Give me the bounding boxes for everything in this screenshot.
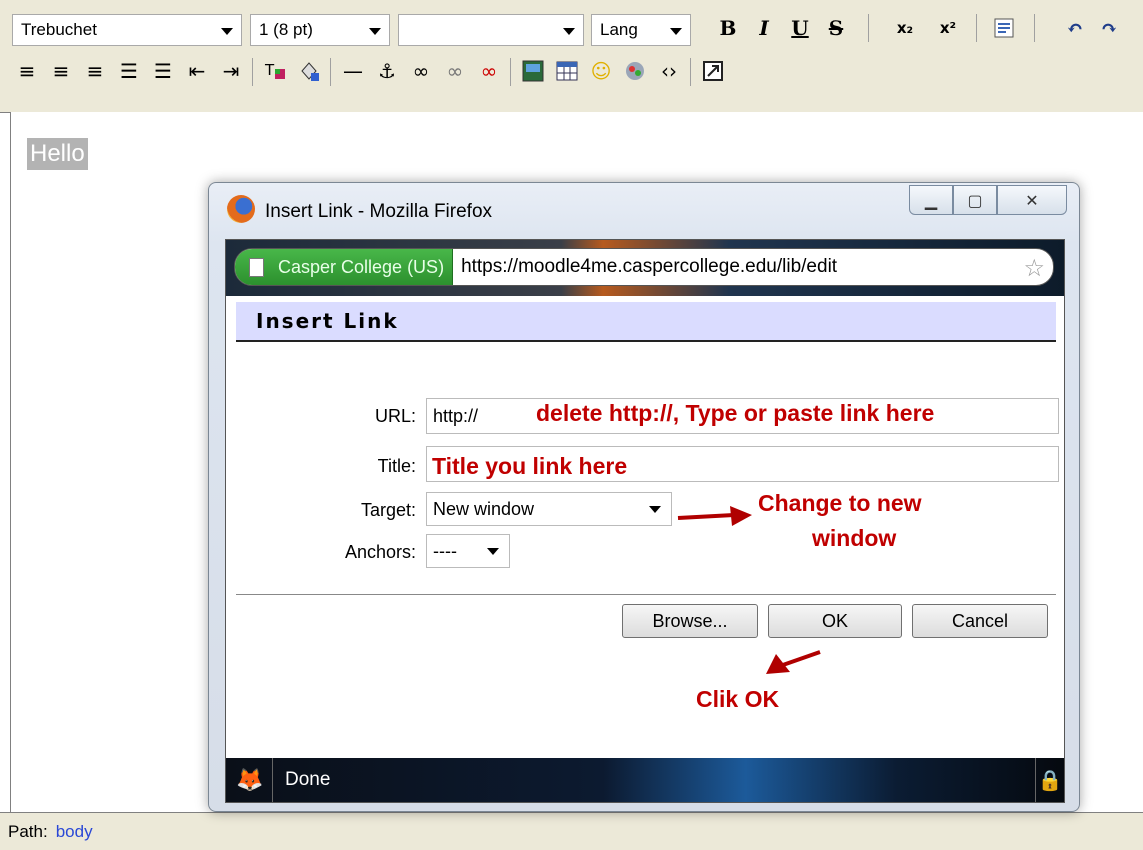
- toolbar-divider: [510, 58, 511, 86]
- svg-text:T: T: [264, 61, 275, 79]
- arrow-up-left-icon: [766, 650, 821, 674]
- target-annotation-line1: Change to new: [758, 490, 922, 516]
- indent-icon[interactable]: ⇥: [218, 58, 244, 84]
- superscript-button[interactable]: x²: [930, 12, 966, 44]
- unlink-icon[interactable]: ∞: [442, 58, 468, 84]
- dialog-content: Casper College (US) https://moodle4me.ca…: [225, 239, 1065, 803]
- title-label: Title:: [377, 456, 416, 476]
- toolbar-divider: [690, 58, 691, 86]
- subscript-button[interactable]: x₂: [887, 12, 923, 44]
- address-url: https://moodle4me.caspercollege.edu/lib/…: [461, 256, 838, 277]
- chevron-down-icon: [649, 506, 661, 513]
- smiley-icon[interactable]: ☺: [588, 58, 614, 84]
- firefox-icon: [227, 195, 255, 223]
- anchors-select[interactable]: ----: [426, 534, 510, 568]
- undo-icon[interactable]: ↶: [1060, 12, 1090, 44]
- toolbar-divider: [330, 58, 331, 86]
- dialog-divider: [236, 594, 1056, 595]
- bookmark-star-icon[interactable]: ☆: [1023, 254, 1045, 282]
- ok-annotation: Clik OK: [696, 686, 780, 712]
- font-size-select[interactable]: 1 (8 pt): [250, 14, 390, 46]
- format-select[interactable]: [398, 14, 584, 46]
- toolbar-divider: [976, 14, 977, 42]
- background-color-icon[interactable]: [296, 58, 322, 84]
- outdent-icon[interactable]: ⇤: [184, 58, 210, 84]
- browse-button[interactable]: Browse...: [622, 604, 758, 638]
- location-bar: Casper College (US) https://moodle4me.ca…: [226, 240, 1064, 296]
- text-color-icon[interactable]: T: [262, 58, 288, 84]
- editor-toolbar: Trebuchet 1 (8 pt) Lang B I U S x₂ x² ↶ …: [0, 0, 1143, 113]
- path-label: Path:: [8, 821, 48, 841]
- anchors-label: Anchors:: [344, 542, 416, 562]
- arrow-right-icon: [677, 506, 752, 526]
- minimize-icon[interactable]: ▁: [909, 185, 953, 215]
- special-char-icon[interactable]: [622, 58, 648, 84]
- align-center-icon[interactable]: ≡: [48, 58, 74, 84]
- chevron-down-icon: [369, 28, 381, 35]
- nolink-icon[interactable]: ∞: [476, 58, 502, 84]
- insert-image-icon[interactable]: [520, 58, 546, 84]
- page-icon: [249, 257, 264, 277]
- site-identity-badge[interactable]: Casper College (US): [235, 249, 454, 285]
- status-text: Done: [285, 769, 331, 790]
- toolbar-divider: [1034, 14, 1035, 42]
- lock-icon[interactable]: 🔒: [1035, 758, 1064, 802]
- bullet-list-icon[interactable]: ☰: [150, 58, 176, 84]
- paste-word-icon[interactable]: [990, 12, 1018, 44]
- selected-text[interactable]: Hello: [27, 138, 88, 170]
- underline-button[interactable]: U: [787, 12, 813, 44]
- path-body-link[interactable]: body: [56, 822, 93, 842]
- anchor-icon[interactable]: ⚓: [374, 58, 400, 84]
- toolbar-divider: [868, 14, 869, 42]
- insert-table-icon[interactable]: [554, 58, 580, 84]
- cancel-button[interactable]: Cancel: [912, 604, 1048, 638]
- firefox-status-icon: 🦊: [236, 767, 264, 792]
- fullscreen-icon[interactable]: [700, 58, 726, 84]
- dialog-window-title: Insert Link - Mozilla Firefox: [265, 201, 493, 222]
- ok-button[interactable]: OK: [768, 604, 902, 638]
- chevron-down-icon: [670, 28, 682, 35]
- path-bar: Path: body: [0, 812, 1143, 850]
- target-label: Target:: [360, 500, 416, 520]
- url-annotation: delete http://, Type or paste link here: [536, 400, 935, 426]
- chevron-down-icon: [563, 28, 575, 35]
- italic-button[interactable]: I: [751, 12, 777, 44]
- html-source-icon[interactable]: ‹›: [656, 58, 682, 84]
- numbered-list-icon[interactable]: ☰: [116, 58, 142, 84]
- status-bar: 🦊 Done 🔒: [226, 758, 1064, 802]
- chevron-down-icon: [487, 548, 499, 555]
- address-field[interactable]: Casper College (US) https://moodle4me.ca…: [234, 248, 1054, 286]
- dialog-heading: Insert Link: [236, 302, 1056, 342]
- maximize-icon[interactable]: ▢: [953, 185, 997, 215]
- close-icon[interactable]: ✕: [997, 185, 1067, 215]
- status-divider: [272, 758, 273, 802]
- font-size-value: 1 (8 pt): [259, 20, 313, 39]
- toolbar-divider: [252, 58, 253, 86]
- lang-label: Lang: [600, 20, 638, 39]
- target-select[interactable]: New window: [426, 492, 672, 526]
- font-family-select[interactable]: Trebuchet: [12, 14, 242, 46]
- link-icon[interactable]: ∞: [408, 58, 434, 84]
- title-annotation: Title you link here: [432, 453, 628, 479]
- url-label: URL:: [374, 406, 416, 426]
- url-field-value: http://: [433, 405, 479, 426]
- anchors-select-value: ----: [433, 540, 457, 561]
- insert-link-dialog: Insert Link - Mozilla Firefox ▁ ▢ ✕ Casp…: [208, 182, 1080, 812]
- lang-select[interactable]: Lang: [591, 14, 691, 46]
- bold-button[interactable]: B: [715, 12, 741, 44]
- horizontal-rule-icon[interactable]: —: [340, 58, 366, 84]
- font-family-value: Trebuchet: [21, 20, 97, 39]
- chevron-down-icon: [221, 28, 233, 35]
- target-select-value: New window: [433, 498, 535, 519]
- redo-icon[interactable]: ↷: [1094, 12, 1124, 44]
- site-identity-label: Casper College (US): [278, 256, 445, 277]
- align-right-icon[interactable]: ≡: [82, 58, 108, 84]
- strikethrough-button[interactable]: S: [823, 12, 849, 44]
- target-annotation-line2: window: [812, 525, 897, 551]
- align-left-icon[interactable]: ≡: [14, 58, 40, 84]
- window-controls: ▁ ▢ ✕: [909, 185, 1067, 215]
